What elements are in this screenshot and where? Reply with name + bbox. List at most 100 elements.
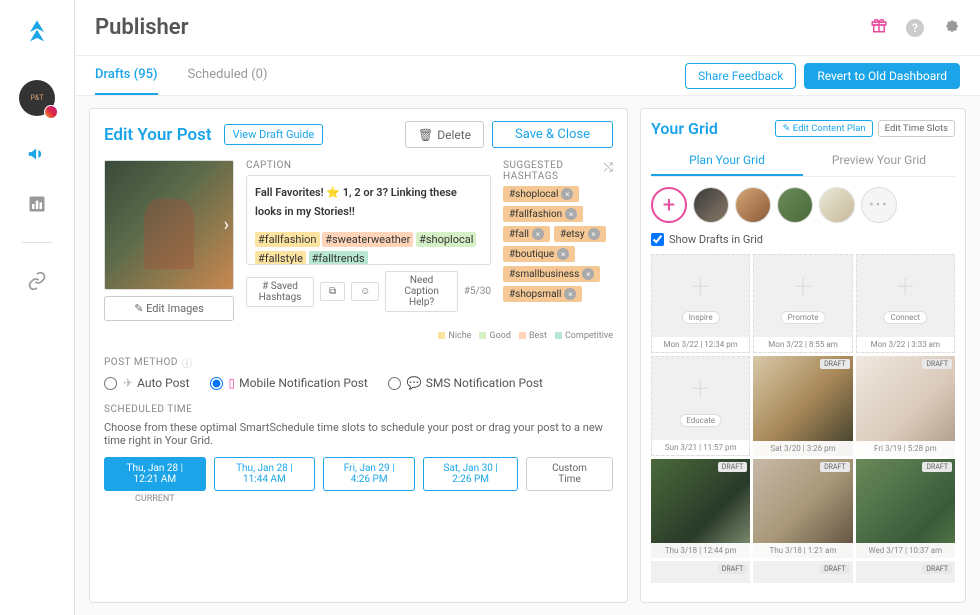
tab-drafts[interactable]: Drafts (95) [95,56,158,95]
hashtag-chip[interactable]: #fallfashion× [503,206,583,222]
radio-sms-post[interactable]: 💬SMS Notification Post [388,376,543,390]
draft-badge: DRAFT [820,359,850,369]
instagram-badge-icon [44,105,58,119]
draft-badge: DRAFT [922,564,952,574]
cell-timestamp: Sat 3/20 | 3:26 pm [753,441,852,456]
hashtag-chip[interactable]: #shoplocal× [503,186,579,202]
custom-time-button[interactable]: Custom Time [526,457,613,491]
edit-content-plan-button[interactable]: ✎ Edit Content Plan [775,120,872,137]
draft-badge: DRAFT [922,359,952,369]
plus-icon: + [692,369,710,407]
emoji-icon[interactable]: ☺ [351,282,379,301]
revert-dashboard-button[interactable]: Revert to Old Dashboard [804,63,960,89]
hashtag-inline: #fallfashion [255,232,320,247]
scheduled-time-label: SCHEDULED TIME [104,404,613,415]
settings-icon[interactable] [942,16,960,39]
remove-chip-icon[interactable]: × [557,248,569,260]
plus-icon: + [794,267,812,305]
page-title: Publisher [95,15,189,40]
remove-chip-icon[interactable]: × [582,268,594,280]
shuffle-icon[interactable]: ⤭ [603,160,613,182]
share-feedback-button[interactable]: Share Feedback [685,63,796,89]
cell-timestamp: Thu 3/18 | 1:21 am [753,543,852,558]
show-drafts-label: Show Drafts in Grid [669,233,763,246]
remove-chip-icon[interactable]: × [565,208,577,220]
your-grid-panel: Your Grid ✎ Edit Content Plan Edit Time … [640,108,966,603]
draft-badge: DRAFT [820,564,850,574]
saved-hashtags-button[interactable]: # Saved Hashtags [246,277,314,307]
grid-cell[interactable]: DRAFT Sat 3/20 | 3:26 pm [753,356,852,455]
app-logo [23,18,51,54]
cell-timestamp: Mon 3/22 | 12:34 pm [652,337,749,352]
remove-chip-icon[interactable]: × [532,228,544,240]
save-close-button[interactable]: Save & Close [492,121,613,148]
radio-mobile-post[interactable]: ▯Mobile Notification Post [210,376,368,390]
copy-icon[interactable]: ⧉ [320,282,345,301]
draft-thumb[interactable] [777,187,813,223]
caption-input[interactable]: Fall Favorites! ⭐ 1, 2 or 3? Linking the… [246,175,491,265]
account-avatar[interactable]: P&T [19,80,55,116]
chevron-right-icon[interactable]: › [224,215,229,236]
draft-thumb[interactable] [735,187,771,223]
cell-timestamp: Thu 3/18 | 12:44 pm [651,543,750,558]
link-icon[interactable] [25,269,49,293]
grid-cell[interactable]: DRAFTThu 3/18 | 12:44 pm [651,459,750,558]
grid-cell[interactable]: +ConnectMon 3/22 | 3:33 am [856,254,955,353]
radio-auto-post[interactable]: ✈Auto Post [104,376,190,390]
hashtag-chip[interactable]: #fall× [503,226,550,242]
time-slot-button[interactable]: Sat, Jan 30 | 2:26 PM [423,457,518,491]
show-drafts-checkbox[interactable] [651,233,664,246]
hashtag-chip[interactable]: #etsy× [554,226,606,242]
megaphone-icon[interactable] [25,142,49,166]
draft-thumb[interactable] [819,187,855,223]
plane-icon: ✈ [123,376,133,390]
plus-icon: + [692,267,710,305]
help-icon[interactable]: ? [906,19,924,37]
remove-chip-icon[interactable]: × [564,288,576,300]
caption-help-button[interactable]: Need Caption Help? [385,271,457,312]
tab-preview-grid[interactable]: Preview Your Grid [803,146,955,176]
edit-post-title: Edit Your Post [104,125,212,145]
time-slot-button[interactable]: Thu, Jan 28 | 11:44 AM [214,457,316,491]
grid-cell[interactable]: DRAFT [651,561,750,583]
cell-timestamp: Fri 3/19 | 5:28 pm [856,441,955,456]
view-draft-guide-button[interactable]: View Draft Guide [224,124,324,145]
hashtag-inline: #shoplocal [416,232,476,247]
grid-cell[interactable]: DRAFT Fri 3/19 | 5:28 pm [856,356,955,455]
tab-bar: Drafts (95) Scheduled (0) Share Feedback… [75,56,980,96]
add-post-circle[interactable]: + [651,187,687,223]
grid-cell[interactable]: DRAFT [856,561,955,583]
draft-thumb[interactable] [693,187,729,223]
hashtag-legend: Niche Good Best Competitive [104,331,613,341]
time-slot-button[interactable]: Fri, Jan 29 | 4:26 PM [323,457,415,491]
grid-cell[interactable]: +PromoteMon 3/22 | 8:55 am [753,254,852,353]
delete-button[interactable]: 🗑Delete [405,121,484,148]
grid-cell[interactable]: DRAFTWed 3/17 | 10:37 am [856,459,955,558]
hashtag-chip[interactable]: #boutique× [503,246,575,262]
category-label: Connect [884,311,928,324]
tab-plan-grid[interactable]: Plan Your Grid [651,146,803,176]
hashtag-inline: #sweaterweather [322,232,413,247]
analytics-icon[interactable] [25,192,49,216]
caption-label: CAPTION [246,160,292,171]
grid-cell[interactable]: +InspireMon 3/22 | 12:34 pm [651,254,750,353]
grid-cell[interactable]: +EducateSun 3/21 | 11:57 pm [651,356,750,455]
side-nav: P&T [0,0,75,615]
plus-icon: + [896,267,914,305]
draft-badge: DRAFT [922,462,952,472]
hashtag-chip[interactable]: #smallbusiness× [503,266,600,282]
remove-chip-icon[interactable]: × [588,228,600,240]
edit-time-slots-button[interactable]: Edit Time Slots [878,120,955,137]
remove-chip-icon[interactable]: × [561,188,573,200]
info-icon[interactable]: ⓘ [182,355,193,370]
time-slot-button[interactable]: Thu, Jan 28 | 12:21 AM [104,457,206,491]
chat-icon: 💬 [407,376,422,390]
hashtag-chip[interactable]: #shopsmall× [503,286,582,302]
tab-scheduled[interactable]: Scheduled (0) [188,56,268,95]
current-slot-label: CURRENT [135,494,175,504]
more-drafts-button[interactable]: ••• [861,187,897,223]
grid-cell[interactable]: DRAFT [753,561,852,583]
gift-icon[interactable] [870,16,888,39]
grid-cell[interactable]: DRAFTThu 3/18 | 1:21 am [753,459,852,558]
edit-images-button[interactable]: ✎ Edit Images [104,296,234,321]
